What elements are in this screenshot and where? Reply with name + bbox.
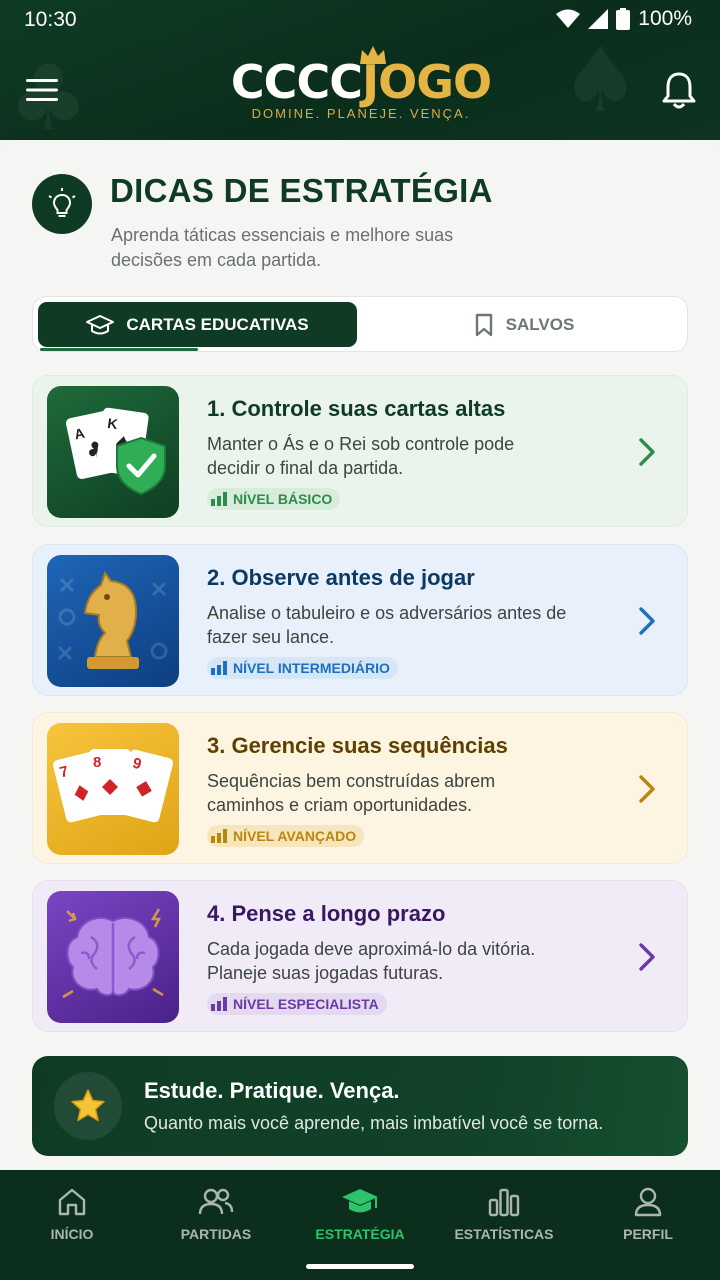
nav-inicio[interactable]: INÍCIO: [0, 1186, 144, 1250]
status-time: 10:30: [24, 8, 77, 31]
crown-icon: [360, 46, 386, 64]
card-title: 1. Controle suas cartas altas: [207, 396, 506, 421]
strategy-card-2[interactable]: 2. Observe antes de jogar Analise o tabu…: [32, 544, 688, 696]
status-indicators: 100%: [556, 7, 692, 31]
bar-chart-icon: [488, 1188, 520, 1217]
nav-label: PERFIL: [623, 1226, 673, 1242]
nav-label: PARTIDAS: [180, 1226, 252, 1242]
card-description: Cada jogada deve aproximá-lo da vitória.…: [207, 939, 536, 983]
nav-estrategia[interactable]: ESTRATÉGIA: [288, 1186, 432, 1250]
app-header: ♣ ♠ 10:30 100% CCCCJOGO DOMINE. PLANEJE.…: [0, 0, 720, 140]
bookmark-icon: [475, 313, 492, 336]
brain-illustration: [47, 891, 179, 1023]
tab-label: SALVOS: [505, 314, 575, 334]
motivation-banner: Estude. Pratique. Vença. Quanto mais voc…: [32, 1056, 688, 1156]
signal-icon: [588, 9, 609, 29]
card-description: Sequências bem construídas abrem caminho…: [207, 771, 496, 815]
chevron-right-icon: [639, 775, 655, 803]
tab-label: CARTAS EDUCATIVAS: [126, 314, 309, 334]
level-bars-icon: [211, 997, 227, 1011]
chevron-right-icon: [639, 607, 655, 635]
hamburger-menu-icon[interactable]: [24, 72, 60, 108]
strategy-card-4[interactable]: 4. Pense a longo prazo Cada jogada deve …: [32, 880, 688, 1032]
page-title: DICAS DE ESTRATÉGIA: [110, 172, 493, 209]
bottom-navigation: INÍCIO PARTIDAS ESTRATÉGIA ESTATÍSTICAS …: [0, 1170, 720, 1280]
level-badge: NÍVEL BÁSICO: [207, 488, 341, 510]
level-label: NÍVEL AVANÇADO: [233, 828, 357, 844]
star-icon: [54, 1072, 122, 1140]
battery-level: 100%: [638, 7, 692, 30]
logo-text-white: CCCC: [230, 55, 363, 109]
app-logo: CCCCJOGO DOMINE. PLANEJE. VENÇA.: [230, 44, 492, 124]
tab-salvos[interactable]: SALVOS: [365, 302, 683, 347]
level-badge: NÍVEL AVANÇADO: [207, 825, 365, 847]
page-subtitle: Aprenda táticas essenciais e melhore sua…: [111, 225, 454, 270]
lightbulb-icon: [32, 174, 92, 234]
level-label: NÍVEL BÁSICO: [233, 491, 333, 507]
logo-tagline: DOMINE. PLANEJE. VENÇA.: [251, 106, 471, 121]
cards-shield-illustration: A ♣ K ♠: [47, 386, 179, 518]
chevron-right-icon: [639, 438, 655, 466]
wifi-icon: [556, 9, 581, 28]
tab-bar: CARTAS EDUCATIVAS SALVOS: [32, 296, 688, 352]
active-tab-indicator: [40, 348, 198, 351]
battery-icon: [616, 8, 631, 30]
chess-knight-illustration: [47, 555, 179, 687]
strategy-card-1[interactable]: A ♣ K ♠ 1. Controle suas cartas altas Ma…: [32, 375, 688, 527]
playing-cards-789-illustration: 7 8 9: [47, 723, 179, 855]
banner-subtitle: Quanto mais você aprende, mais imbatível…: [144, 1113, 604, 1133]
banner-title: Estude. Pratique. Vença.: [144, 1078, 400, 1103]
level-bars-icon: [211, 661, 227, 675]
main-content: DICAS DE ESTRATÉGIA Aprenda táticas esse…: [0, 140, 720, 1170]
status-bar: 10:30 100%: [0, 0, 720, 40]
nav-estatisticas[interactable]: ESTATÍSTICAS: [432, 1186, 576, 1250]
strategy-card-3[interactable]: 7 8 9 3. Gerencie suas sequências Sequên…: [32, 712, 688, 864]
card-title: 4. Pense a longo prazo: [207, 901, 446, 926]
graduation-cap-icon: [86, 314, 115, 334]
bell-icon[interactable]: [660, 70, 698, 110]
nav-partidas[interactable]: PARTIDAS: [144, 1186, 288, 1250]
nav-label: ESTATÍSTICAS: [454, 1226, 554, 1242]
nav-perfil[interactable]: PERFIL: [576, 1186, 720, 1250]
card-description: Manter o Ás e o Rei sob controle pode de…: [207, 434, 515, 478]
chevron-right-icon: [639, 943, 655, 971]
level-label: NÍVEL ESPECIALISTA: [233, 996, 379, 1012]
level-bars-icon: [211, 492, 227, 506]
graduation-cap-icon: [342, 1189, 378, 1213]
users-icon: [198, 1188, 234, 1215]
card-title: 2. Observe antes de jogar: [207, 565, 475, 590]
home-indicator: [306, 1264, 414, 1269]
person-icon: [634, 1187, 662, 1217]
level-label: NÍVEL INTERMEDIÁRIO: [233, 660, 390, 676]
spade-suit-decoration: ♠: [560, 28, 641, 133]
tab-cartas-educativas[interactable]: CARTAS EDUCATIVAS: [38, 302, 357, 347]
level-bars-icon: [211, 829, 227, 843]
svg-text:8: 8: [93, 754, 101, 771]
level-badge: NÍVEL INTERMEDIÁRIO: [207, 657, 398, 679]
nav-label: INÍCIO: [50, 1226, 94, 1242]
card-description: Analise o tabuleiro e os adversários ant…: [207, 603, 567, 647]
card-title: 3. Gerencie suas sequências: [207, 733, 508, 758]
level-badge: NÍVEL ESPECIALISTA: [207, 993, 387, 1015]
nav-label: ESTRATÉGIA: [315, 1226, 405, 1242]
home-icon: [58, 1188, 86, 1216]
